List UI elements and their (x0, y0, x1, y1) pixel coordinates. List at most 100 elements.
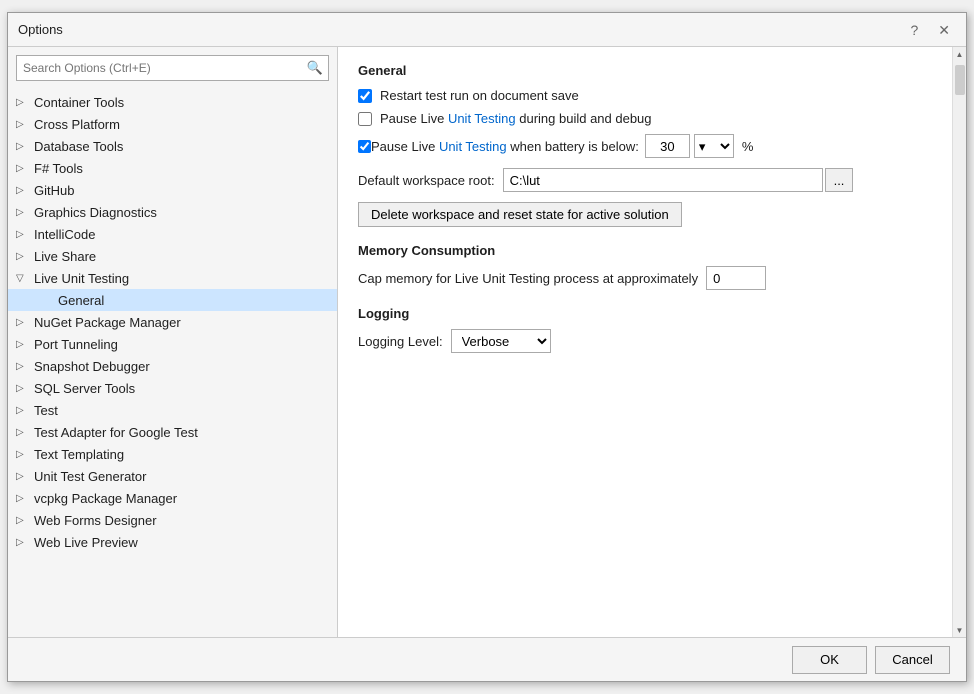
sidebar-item-label: Test (34, 403, 58, 418)
logging-label: Logging Level: (358, 334, 443, 349)
help-button[interactable]: ? (904, 21, 924, 39)
sidebar-item-label: GitHub (34, 183, 74, 198)
sidebar-item-live-unit-testing[interactable]: ▽ Live Unit Testing (8, 267, 337, 289)
expand-icon: ▷ (16, 141, 32, 152)
option-row-1: Restart test run on document save (358, 88, 932, 103)
sidebar-item-label: F# Tools (34, 161, 83, 176)
sidebar-item-label: NuGet Package Manager (34, 315, 181, 330)
sidebar-item-snapshot-debugger[interactable]: ▷ Snapshot Debugger (8, 355, 337, 377)
logging-row: Logging Level: Verbose Info Warning Erro… (358, 329, 932, 353)
restart-checkbox[interactable] (358, 89, 372, 103)
sidebar-item-sql-server-tools[interactable]: ▷ SQL Server Tools (8, 377, 337, 399)
search-input[interactable] (16, 55, 329, 81)
expand-icon: ▷ (16, 97, 32, 108)
expand-icon: ▷ (16, 383, 32, 394)
option1-label: Restart test run on document save (380, 88, 579, 103)
browse-button[interactable]: ... (825, 168, 854, 192)
ok-button[interactable]: OK (792, 646, 867, 674)
option-row-2: Pause Live Unit Testing during build and… (358, 111, 932, 126)
sidebar-item-graphics-diagnostics[interactable]: ▷ Graphics Diagnostics (8, 201, 337, 223)
sidebar-item-database-tools[interactable]: ▷ Database Tools (8, 135, 337, 157)
memory-section-title: Memory Consumption (358, 243, 932, 258)
expand-icon: ▷ (16, 251, 32, 262)
pause-battery-checkbox[interactable] (358, 140, 371, 153)
sidebar-item-label: Live Unit Testing (34, 271, 129, 286)
sidebar-item-test-adapter-google[interactable]: ▷ Test Adapter for Google Test (8, 421, 337, 443)
sidebar-item-web-live-preview[interactable]: ▷ Web Live Preview (8, 531, 337, 553)
sidebar-item-general[interactable]: General (8, 289, 337, 311)
expand-icon: ▷ (16, 119, 32, 130)
sidebar-item-test[interactable]: ▷ Test (8, 399, 337, 421)
scroll-up-arrow[interactable]: ▲ (953, 47, 967, 61)
expand-icon: ▷ (16, 537, 32, 548)
sidebar-item-label: Container Tools (34, 95, 124, 110)
pct-label: % (742, 139, 754, 154)
title-bar-buttons: ? ✕ (904, 21, 956, 39)
expand-icon: ▷ (16, 449, 32, 460)
sidebar-item-github[interactable]: ▷ GitHub (8, 179, 337, 201)
sidebar-item-intellicode[interactable]: ▷ IntelliCode (8, 223, 337, 245)
workspace-input[interactable] (503, 168, 823, 192)
memory-row: Cap memory for Live Unit Testing process… (358, 266, 932, 290)
sidebar-item-label: Graphics Diagnostics (34, 205, 157, 220)
sidebar-item-vcpkg-package-manager[interactable]: ▷ vcpkg Package Manager (8, 487, 337, 509)
scroll-thumb[interactable] (955, 65, 965, 95)
bottom-bar: OK Cancel (8, 637, 966, 681)
expand-icon: ▷ (16, 163, 32, 174)
option3-label: Pause Live Unit Testing when battery is … (371, 139, 639, 154)
scroll-down-arrow[interactable]: ▼ (953, 623, 967, 637)
right-panel: General Restart test run on document sav… (338, 47, 952, 637)
right-with-scroll: General Restart test run on document sav… (338, 47, 966, 637)
title-bar: Options ? ✕ (8, 13, 966, 47)
pause-build-checkbox[interactable] (358, 112, 372, 126)
tree: ▷ Container Tools ▷ Cross Platform ▷ Dat… (8, 89, 337, 637)
expand-icon: ▷ (16, 427, 32, 438)
sidebar-item-fsharp-tools[interactable]: ▷ F# Tools (8, 157, 337, 179)
sidebar-item-web-forms-designer[interactable]: ▷ Web Forms Designer (8, 509, 337, 531)
memory-label: Cap memory for Live Unit Testing process… (358, 271, 698, 286)
expand-icon: ▷ (16, 339, 32, 350)
right-scrollbar: ▲ ▼ (952, 47, 966, 637)
sidebar-item-label: IntelliCode (34, 227, 95, 242)
workspace-label: Default workspace root: (358, 173, 495, 188)
sidebar-item-container-tools[interactable]: ▷ Container Tools (8, 91, 337, 113)
sidebar-item-label: Text Templating (34, 447, 124, 462)
delete-workspace-button[interactable]: Delete workspace and reset state for act… (358, 202, 682, 227)
close-button[interactable]: ✕ (932, 21, 956, 39)
sidebar-item-cross-platform[interactable]: ▷ Cross Platform (8, 113, 337, 135)
expand-icon: ▷ (16, 317, 32, 328)
battery-value-input[interactable] (645, 134, 690, 158)
sidebar-item-label: Live Share (34, 249, 96, 264)
sidebar-item-label: Port Tunneling (34, 337, 118, 352)
dialog-body: 🔍 ▷ Container Tools ▷ Cross Platform ▷ D… (8, 47, 966, 637)
sidebar-item-label: Database Tools (34, 139, 123, 154)
sidebar-item-nuget-package-manager[interactable]: ▷ NuGet Package Manager (8, 311, 337, 333)
cancel-button[interactable]: Cancel (875, 646, 950, 674)
dialog-title: Options (18, 22, 63, 37)
sidebar-item-label: Test Adapter for Google Test (34, 425, 198, 440)
memory-input[interactable] (706, 266, 766, 290)
battery-dropdown[interactable]: ▾ (694, 134, 734, 158)
search-box: 🔍 (16, 55, 329, 81)
expand-icon: ▷ (16, 361, 32, 372)
sidebar-item-label: SQL Server Tools (34, 381, 135, 396)
expand-icon: ▷ (16, 493, 32, 504)
option3-highlight: Unit Testing (439, 139, 507, 154)
sidebar-item-port-tunneling[interactable]: ▷ Port Tunneling (8, 333, 337, 355)
option2-highlight: Unit Testing (448, 111, 516, 126)
expand-icon: ▷ (16, 229, 32, 240)
sidebar-item-text-templating[interactable]: ▷ Text Templating (8, 443, 337, 465)
expand-icon: ▷ (16, 185, 32, 196)
sidebar-item-label: Web Forms Designer (34, 513, 157, 528)
sidebar-item-label: General (58, 293, 104, 308)
sidebar-item-unit-test-generator[interactable]: ▷ Unit Test Generator (8, 465, 337, 487)
sidebar-item-live-share[interactable]: ▷ Live Share (8, 245, 337, 267)
expand-icon: ▷ (16, 471, 32, 482)
sidebar-item-label: Snapshot Debugger (34, 359, 150, 374)
option2-label: Pause Live Unit Testing during build and… (380, 111, 652, 126)
expand-icon: ▷ (16, 207, 32, 218)
logging-level-select[interactable]: Verbose Info Warning Error (451, 329, 551, 353)
expand-icon: ▷ (16, 515, 32, 526)
expand-icon: ▷ (16, 405, 32, 416)
options-dialog: Options ? ✕ 🔍 ▷ Container Tools ▷ Cross … (7, 12, 967, 682)
